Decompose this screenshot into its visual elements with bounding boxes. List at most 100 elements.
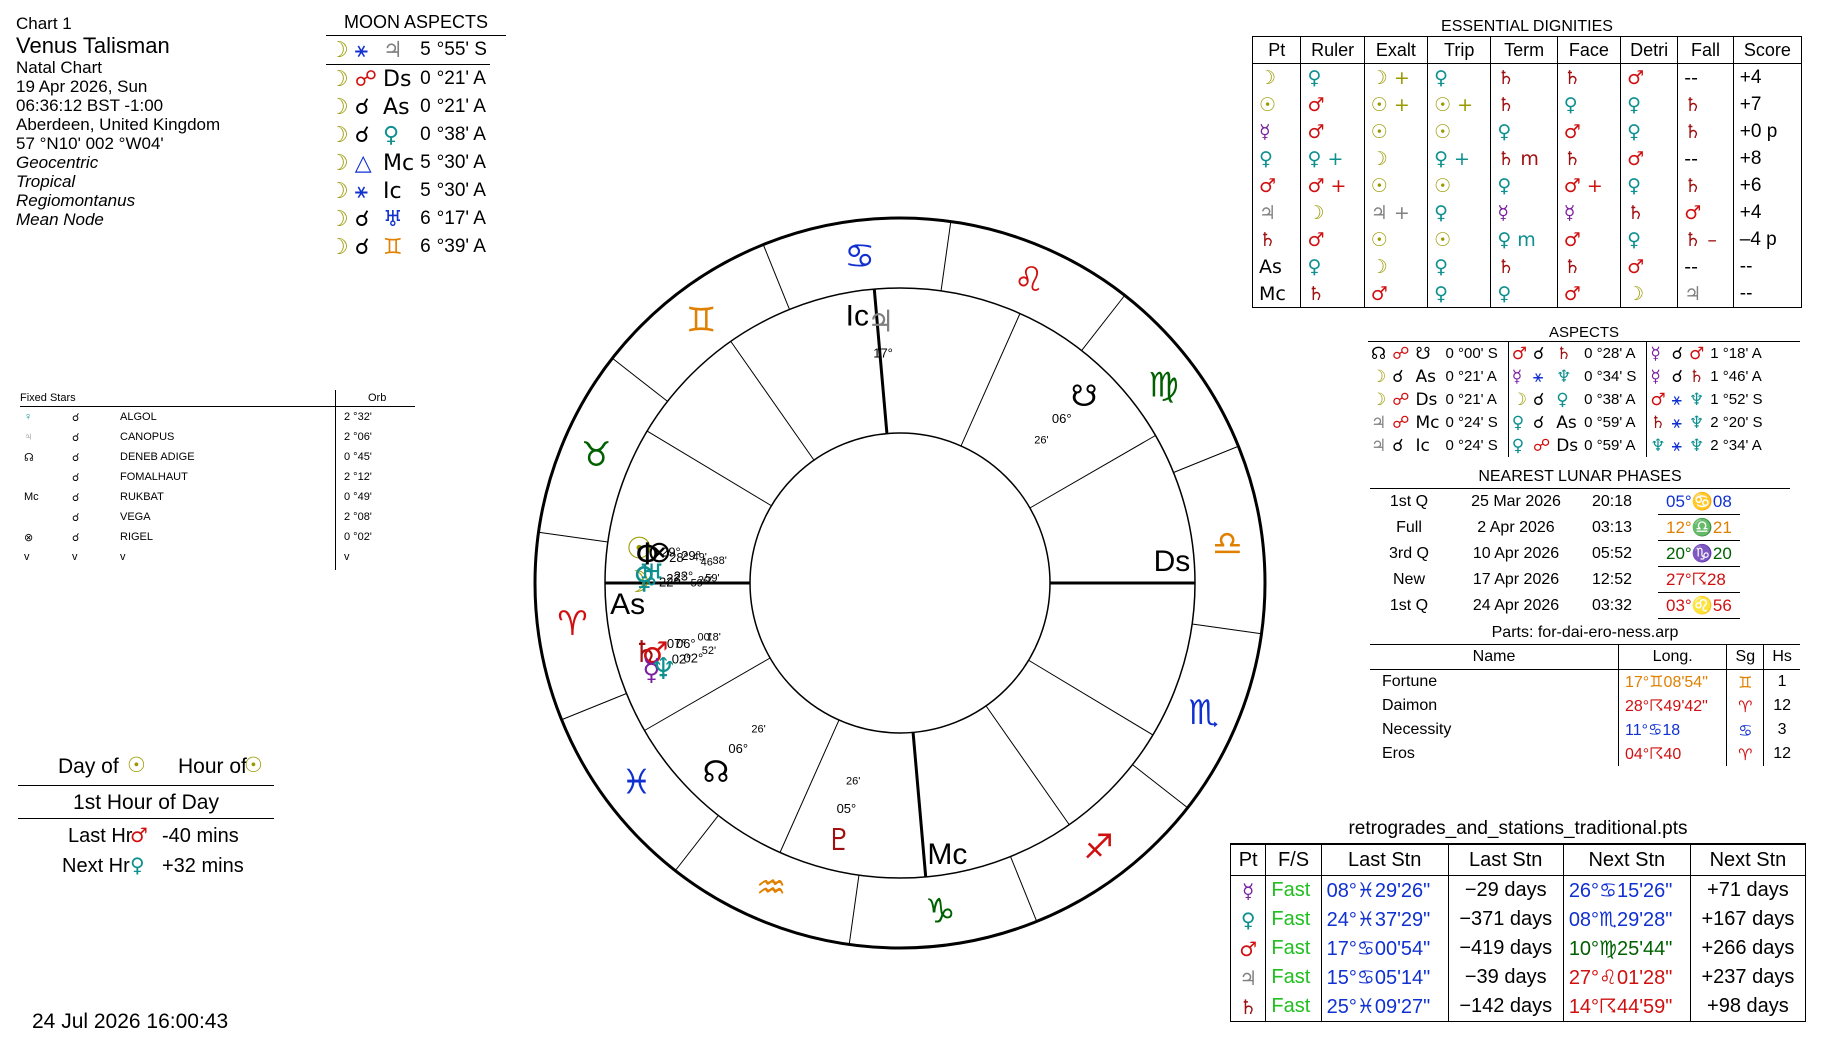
planet-minutes: 59' xyxy=(705,573,719,585)
fixed-star-row: ♀ ☌ ALGOL 2 °32' xyxy=(20,407,376,427)
dignity-row: ☽ ♀ ☽ + ♀ ♄ ♄ ♂ -- +4 xyxy=(1251,63,1803,91)
planet-minutes: 18' xyxy=(707,631,721,643)
aspect-a: ☌ xyxy=(1392,435,1404,456)
aspect-orb: 0 °21' A xyxy=(1442,365,1509,388)
sign-divider xyxy=(561,693,627,721)
house-cusp xyxy=(730,341,815,461)
retro-next-station: 08°♏29'28" xyxy=(1562,905,1691,934)
dignity-header: Face xyxy=(1556,36,1622,64)
aspect-orb: 0 °34' S xyxy=(1581,365,1648,388)
dignity-score: –4 p xyxy=(1732,226,1803,253)
retro-header: Next Stn xyxy=(1689,844,1807,876)
angle-label: Mc xyxy=(927,838,967,871)
dignity-exalt: ☉ xyxy=(1363,172,1429,199)
aspect-p1: ☿ xyxy=(1650,366,1661,387)
part-longitude: 28°☈49'42" xyxy=(1617,694,1727,718)
retro-row: ♀ Fast 24°♓37'29" −371 days 08°♏29'28" +167 d… xyxy=(1229,905,1807,934)
dignity-pt: As xyxy=(1251,253,1302,280)
aspect-orb: 1 °18' A xyxy=(1710,345,1762,362)
retro-header: Next Stn xyxy=(1562,844,1691,876)
dignity-ruler: ☽ xyxy=(1300,199,1365,226)
dignity-fall: ♂ xyxy=(1677,199,1734,226)
chart-wheel: ♈♉♊♋♌♍♎♏♐♑♒♓AsIcDsMc☽ 22° 59'♀ 23° 20'♅ 23° 59… xyxy=(533,216,1267,950)
retro-last-days: −419 days xyxy=(1447,934,1564,963)
planet-degree: 06° xyxy=(728,741,748,756)
dignity-header: Term xyxy=(1490,36,1558,64)
part-name: Eros xyxy=(1382,745,1415,762)
parts-panel: Parts: for-dai-ero-ness.arp Name Long. Sg H… xyxy=(1370,624,1800,766)
dignity-exalt: ☉ xyxy=(1363,118,1429,145)
moon-aspect-row: ☽ ⚹ ♃ 5 °55' S xyxy=(326,36,490,65)
moon-aspect-planet: ☽ xyxy=(329,150,349,176)
aspect-orb: 0 °59' A xyxy=(1581,411,1648,434)
fixed-star-orb: v xyxy=(344,551,350,563)
dignity-ruler: ♂ xyxy=(1300,91,1365,118)
sign-divider xyxy=(762,244,790,310)
parts-header: Long. xyxy=(1617,645,1727,670)
fixed-star-row: ⊗ ☌ RIGEL 0 °02' xyxy=(20,527,376,547)
retro-last-station: 24°♓37'29" xyxy=(1320,905,1449,934)
retro-last-days: −39 days xyxy=(1447,963,1564,992)
moon-aspect-minutes: °21' A xyxy=(436,68,486,89)
fixed-stars-title: Fixed Stars xyxy=(20,392,76,404)
sign-glyph: ♏ xyxy=(1189,693,1219,733)
lunar-phase-time: 05:52 xyxy=(1592,544,1633,562)
lunar-phase-time: 03:13 xyxy=(1592,518,1633,536)
part-sign: ♈ xyxy=(1726,694,1764,718)
chart-coords: 57 °N10' 002 °W04' xyxy=(16,134,164,153)
dignity-detri: ♀ xyxy=(1620,118,1679,145)
part-row: Daimon 28°☈49'42" ♈ 12 xyxy=(1370,694,1800,718)
dignity-face: ☿ xyxy=(1556,199,1622,226)
chart-place: Aberdeen, United Kingdom xyxy=(16,115,221,134)
lunar-phase-row: 3rd Q 10 Apr 2026 05:52 20°♑20 xyxy=(1370,540,1740,567)
dignity-term: ♄ xyxy=(1490,91,1558,118)
retro-planet: ♄ xyxy=(1229,992,1267,1022)
moon-aspect-degree: 6 xyxy=(420,236,431,257)
dignity-row: ♃ ☽ ♃ + ♀ ☿ ☿ ♄ ♂ +4 xyxy=(1251,199,1803,226)
moon-aspect-target: ♅ xyxy=(383,206,403,232)
planetary-hours-panel: Day of ☉ Hour of ☉ 1st Hour of Day Last … xyxy=(18,753,274,883)
aspect-p2: ♀ xyxy=(1556,389,1569,410)
sign-glyph: ♒ xyxy=(756,868,786,908)
aspect-p2: As xyxy=(1556,412,1577,433)
retro-last-station: 08°♓29'26" xyxy=(1320,875,1449,905)
aspect-a: ☌ xyxy=(1671,343,1684,364)
lunar-phases-title: NEAREST LUNAR PHASES xyxy=(1370,468,1790,489)
dignity-face: ♂ xyxy=(1556,118,1622,145)
aspect-p1: ♂ xyxy=(1511,343,1527,364)
dignity-ruler: ♀ + xyxy=(1300,145,1365,172)
moon-aspect-symbol: ☌ xyxy=(354,234,370,260)
parts-title: Parts: for-dai-ero-ness.arp xyxy=(1370,624,1800,645)
part-name: Necessity xyxy=(1382,721,1452,738)
fixed-star-aspect: ☌ xyxy=(72,511,80,524)
aspect-p2: ♆ xyxy=(1689,412,1705,433)
dignity-pt: ♃ xyxy=(1251,199,1302,226)
sign-divider xyxy=(538,531,608,543)
moon-aspects-panel: MOON ASPECTS ☽ ⚹ ♃ 5 °55' S ☽ ☍ Ds 0 °21' A ☽ ☌ As 0 °… xyxy=(326,12,506,261)
aspect-row: ☽ ☌ As 0 °21' A ☿ ⚹ ♆ 0 °34' S ☿ ☌ ♄ 1 °46' A xyxy=(1368,365,1773,388)
planet-glyph: ♇ xyxy=(826,823,853,858)
dignity-trip: ☉ xyxy=(1427,118,1492,145)
sign-glyph: ♈ xyxy=(557,604,587,644)
planet-degree: 23° xyxy=(674,569,694,584)
retro-speed: Fast xyxy=(1265,963,1322,992)
dignity-face: ♄ xyxy=(1556,253,1622,280)
dignity-header: Score xyxy=(1732,36,1803,64)
dignity-term: ♄ m xyxy=(1490,145,1558,172)
fixed-star-row: ☊ ☌ DENEB ADIGE 0 °45' xyxy=(20,447,376,467)
last-hour-value: -40 mins xyxy=(162,825,239,847)
chart-header: Chart 1 Venus Talisman Natal Chart 19 Ap… xyxy=(16,14,220,229)
dignity-pt: ☿ xyxy=(1251,118,1302,145)
timestamp: 24 Jul 2026 16:00:43 xyxy=(32,1010,229,1033)
part-row: Necessity 11°♋18 ♋ 3 xyxy=(1370,718,1800,742)
part-sign: ♊ xyxy=(1726,669,1764,694)
moon-aspect-minutes: °30' A xyxy=(436,180,486,201)
moon-aspect-row: ☽ ⚹ Ic 5 °30' A xyxy=(326,177,490,205)
aspect-orb: 0 °59' A xyxy=(1581,434,1648,457)
fixed-stars-table: ♀ ☌ ALGOL 2 °32' ♃ ☌ CANOPUS 2 °06' ☊ ☌ DENEB ADIG… xyxy=(20,407,376,567)
planet-degree: 06° xyxy=(1052,411,1072,426)
retro-speed: Fast xyxy=(1265,992,1322,1022)
fixed-star-orb: 0 °49' xyxy=(344,491,372,503)
fixed-star-row: Mc ☌ RUKBAT 0 °49' xyxy=(20,487,376,507)
fixed-star-row: ☌ FOMALHAUT 2 °12' xyxy=(20,467,376,487)
